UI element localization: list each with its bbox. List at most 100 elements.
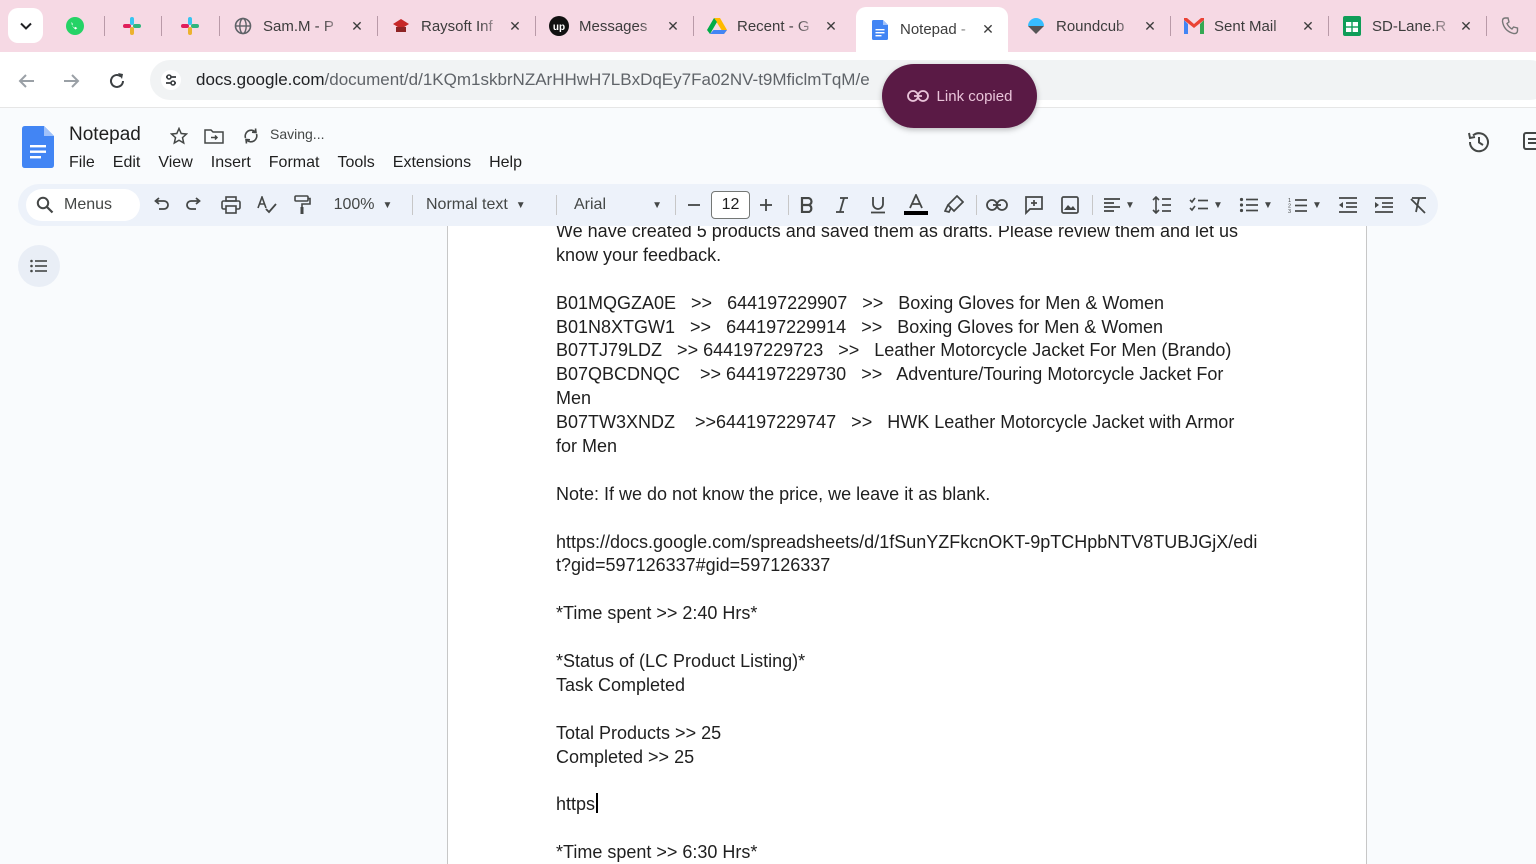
close-icon[interactable]: ✕	[978, 20, 998, 40]
redo-button[interactable]	[183, 192, 207, 218]
svg-text:3: 3	[1288, 209, 1291, 213]
bold-button[interactable]	[795, 192, 819, 218]
document-page[interactable]: We have created 5 products and saved the…	[447, 226, 1367, 864]
url-text[interactable]: docs.google.com/document/d/1KQm1skbrNZAr…	[196, 70, 886, 90]
zoom-select[interactable]: 100% ▼	[328, 192, 398, 218]
tab-slack-1[interactable]	[104, 7, 160, 45]
toolbar-separator	[1092, 195, 1093, 215]
star-icon[interactable]	[168, 125, 190, 147]
doc-line: for Men	[556, 436, 618, 457]
formatting-toolbar: Menus 100% ▼ Normal text ▼ Arial ▼ 12 ▼ …	[18, 184, 1438, 226]
print-icon	[221, 196, 241, 214]
google-docs-logo-icon[interactable]	[22, 126, 54, 173]
tab-sent-mail[interactable]: Sent Mail ✕	[1170, 7, 1328, 45]
tab-raysoft[interactable]: Raysoft Inf ✕	[377, 7, 535, 45]
tab-recent-drive[interactable]: Recent - G ✕	[693, 7, 851, 45]
tab-whatsapp[interactable]	[47, 7, 103, 45]
tab-notepad[interactable]: Notepad - ✕	[856, 7, 1008, 52]
menu-file[interactable]: File	[60, 150, 104, 176]
insert-link-button[interactable]	[985, 192, 1009, 218]
document-title[interactable]: Notepad	[69, 124, 141, 146]
line-spacing-icon	[1152, 196, 1171, 214]
spellcheck-button[interactable]	[255, 192, 279, 218]
print-button[interactable]	[219, 192, 243, 218]
font-size-input[interactable]: 12	[711, 191, 750, 219]
close-icon[interactable]: ✕	[505, 16, 525, 36]
text-cursor	[596, 793, 598, 814]
close-icon[interactable]: ✕	[1140, 16, 1160, 36]
link-icon	[906, 90, 929, 102]
url-path: /document/d/1KQm1skbrNZArHHwH7LBxDqEy7Fa…	[324, 70, 870, 89]
toolbar-separator	[976, 195, 977, 215]
tab-phone[interactable]	[1488, 7, 1536, 45]
undo-button[interactable]	[148, 192, 172, 218]
document-outline-button[interactable]	[18, 245, 60, 287]
decrease-font-size-button[interactable]	[682, 192, 706, 218]
reload-button[interactable]	[100, 64, 134, 98]
comments-icon[interactable]	[1522, 130, 1536, 154]
version-history-icon[interactable]	[1465, 128, 1495, 158]
google-docs-icon	[870, 19, 890, 40]
back-button[interactable]	[10, 64, 44, 98]
doc-link-line[interactable]: https://docs.google.com/spreadsheets/d/1…	[556, 531, 1261, 555]
font-family-select[interactable]: Arial ▼	[574, 192, 662, 218]
line-spacing-button[interactable]	[1150, 192, 1174, 218]
underline-button[interactable]	[866, 192, 890, 218]
bold-icon	[800, 197, 813, 213]
close-icon[interactable]: ✕	[1298, 16, 1318, 36]
increase-indent-button[interactable]	[1372, 192, 1396, 218]
menu-extensions[interactable]: Extensions	[384, 150, 480, 176]
decrease-indent-button[interactable]	[1336, 192, 1360, 218]
tab-messages[interactable]: up Messages ✕	[535, 7, 693, 45]
tab-roundcube[interactable]: Roundcub ✕	[1012, 7, 1170, 45]
tab-sd-lane[interactable]: SD-Lane.R ✕	[1328, 7, 1486, 45]
insert-image-button[interactable]	[1058, 192, 1082, 218]
italic-button[interactable]	[830, 192, 854, 218]
paint-format-button[interactable]	[290, 192, 314, 218]
doc-line: B07QBCDNQC >> 644197229730 >> Adventure/…	[556, 364, 1224, 385]
menu-help[interactable]: Help	[480, 150, 531, 176]
doc-line	[556, 626, 1261, 650]
forward-button[interactable]	[54, 64, 88, 98]
doc-link-line[interactable]: t?gid=597126337#gid=597126337	[556, 554, 1261, 578]
paragraph-style-select[interactable]: Normal text ▼	[426, 192, 542, 218]
increase-font-size-button[interactable]	[754, 192, 778, 218]
doc-line	[556, 507, 1261, 531]
doc-line: Total Products >> 25	[556, 722, 722, 743]
tab-search-button[interactable]	[8, 8, 43, 43]
document-body[interactable]: We have created 5 products and saved the…	[556, 226, 1261, 864]
clear-formatting-button[interactable]	[1407, 192, 1431, 218]
bulleted-list-select[interactable]: ▼	[1238, 192, 1274, 218]
close-icon[interactable]: ✕	[663, 16, 683, 36]
caret-down-icon: ▼	[1125, 199, 1135, 211]
address-bar[interactable]: docs.google.com/document/d/1KQm1skbrNZAr…	[150, 60, 1536, 100]
checklist-select[interactable]: ▼	[1188, 192, 1224, 218]
highlight-color-button[interactable]	[942, 192, 966, 218]
numbered-list-icon: 123	[1288, 198, 1308, 213]
underline-icon	[871, 197, 885, 214]
toolbar-separator	[788, 195, 789, 215]
doc-line-current[interactable]: https	[556, 793, 1261, 817]
close-icon[interactable]: ✕	[347, 16, 367, 36]
align-select[interactable]: ▼	[1101, 192, 1137, 218]
tab-slack-2[interactable]	[162, 7, 218, 45]
site-info-icon[interactable]	[154, 63, 188, 97]
menu-view[interactable]: View	[149, 150, 201, 176]
menu-insert[interactable]: Insert	[202, 150, 260, 176]
text-color-button[interactable]	[903, 192, 929, 218]
tab-sam[interactable]: Sam.M - P ✕	[219, 7, 377, 45]
globe-icon	[233, 16, 253, 36]
menu-tools[interactable]: Tools	[328, 150, 383, 176]
menu-format[interactable]: Format	[260, 150, 329, 176]
numbered-list-select[interactable]: 123 ▼	[1287, 192, 1323, 218]
toolbar-separator	[412, 195, 413, 215]
paint-format-icon	[294, 195, 311, 214]
menu-edit[interactable]: Edit	[104, 150, 150, 176]
move-folder-icon[interactable]	[203, 125, 225, 147]
increase-indent-icon	[1375, 197, 1393, 213]
save-status: Saving...	[270, 126, 325, 142]
close-icon[interactable]: ✕	[821, 16, 841, 36]
add-comment-button[interactable]	[1022, 192, 1046, 218]
close-icon[interactable]: ✕	[1456, 16, 1476, 36]
menus-search-button[interactable]: Menus	[26, 189, 140, 221]
